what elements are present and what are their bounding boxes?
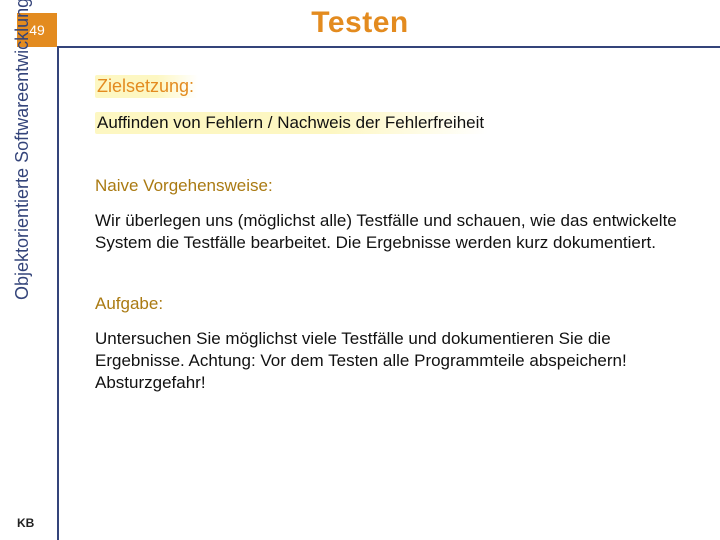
slide-title: Testen — [0, 6, 720, 40]
aufgabe-body: Untersuchen Sie möglichst viele Testfäll… — [95, 328, 685, 394]
zielsetzung-label: Zielsetzung: — [95, 75, 198, 98]
zielsetzung-text: Auffinden von Fehlern / Nachweis der Feh… — [95, 112, 488, 134]
aufgabe-heading: Aufgabe: — [95, 294, 685, 314]
content-area: Zielsetzung: Auffinden von Fehlern / Nac… — [95, 75, 685, 394]
zielsetzung-body: Auffinden von Fehlern / Nachweis der Feh… — [95, 112, 685, 134]
horizontal-divider — [57, 46, 720, 48]
vertical-divider — [57, 46, 59, 540]
naive-body: Wir überlegen uns (möglichst alle) Testf… — [95, 210, 685, 254]
side-label: Objektorientierte Softwareentwicklung — [12, 0, 33, 300]
slide-root: 49 Testen Objektorientierte Softwareentw… — [0, 0, 720, 540]
naive-heading: Naive Vorgehensweise: — [95, 176, 685, 196]
footer-label: KB — [17, 516, 34, 530]
zielsetzung-heading: Zielsetzung: — [95, 75, 685, 98]
